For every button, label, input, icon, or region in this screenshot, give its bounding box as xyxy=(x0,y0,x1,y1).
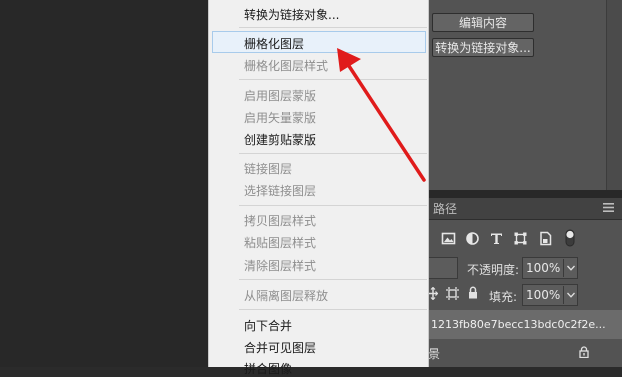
menu-separator xyxy=(239,79,427,80)
layers-tab-bar xyxy=(428,198,622,220)
lock-position-icon[interactable] xyxy=(428,287,438,300)
lock-all-icon[interactable] xyxy=(468,286,478,299)
tab-paths[interactable]: 路径 xyxy=(433,200,457,217)
menu-separator xyxy=(239,309,427,310)
opacity-input[interactable]: 100% xyxy=(522,257,578,279)
lock-icon[interactable] xyxy=(579,346,589,358)
menu-separator xyxy=(239,27,427,28)
opacity-label: 不透明度: xyxy=(467,263,520,277)
menu-item-merge-down[interactable]: 向下合并 xyxy=(244,317,292,334)
canvas-area xyxy=(0,0,208,367)
opacity-value: 100% xyxy=(526,261,561,275)
menu-separator xyxy=(239,205,427,206)
properties-scrollbar[interactable] xyxy=(606,0,622,190)
menu-item-release-from-isolation[interactable]: 从隔离图层释放 xyxy=(244,287,328,304)
menu-item-create-clipping-mask[interactable]: 创建剪贴蒙版 xyxy=(244,131,316,148)
divider xyxy=(563,286,564,304)
layer-name[interactable]: 1213fb80e7becc13bdc0c2f2e... xyxy=(431,318,606,331)
pixel-layer-filter-icon[interactable] xyxy=(441,231,456,246)
menu-item-convert-to-linked[interactable]: 转换为链接对象... xyxy=(244,6,339,23)
type-layer-filter-icon[interactable] xyxy=(489,231,504,246)
divider xyxy=(563,259,564,277)
menu-item-copy-layer-style[interactable]: 拷贝图层样式 xyxy=(244,212,316,229)
fill-label: 填充: xyxy=(489,290,518,304)
context-menu: 转换为链接对象... 栅格化图层 栅格化图层样式 启用图层蒙版 启用矢量蒙版 创… xyxy=(208,0,429,376)
smart-object-filter-icon[interactable] xyxy=(538,231,553,246)
menu-item-rasterize-layer-style[interactable]: 栅格化图层样式 xyxy=(244,57,328,74)
menu-item-flatten-image[interactable]: 拼合图像 xyxy=(244,360,292,377)
menu-item-rasterize-layer[interactable]: 栅格化图层 xyxy=(244,35,304,52)
menu-item-link-layers[interactable]: 链接图层 xyxy=(244,160,292,177)
fill-value: 100% xyxy=(526,288,561,302)
chevron-down-icon[interactable] xyxy=(567,292,575,298)
menu-item-paste-layer-style[interactable]: 粘贴图层样式 xyxy=(244,234,316,251)
edit-contents-button[interactable]: 编辑内容 xyxy=(432,13,534,32)
panel-divider xyxy=(428,190,622,198)
chevron-down-icon[interactable] xyxy=(567,265,575,271)
blend-mode-dropdown[interactable] xyxy=(428,257,458,279)
fill-input[interactable]: 100% xyxy=(522,284,578,306)
artboard-icon[interactable] xyxy=(446,287,459,300)
background-layer-name[interactable]: 景 xyxy=(428,345,440,362)
layer-row-background[interactable] xyxy=(428,340,622,367)
menu-item-enable-layer-mask[interactable]: 启用图层蒙版 xyxy=(244,87,316,104)
convert-to-linked-button[interactable]: 转换为链接对象... xyxy=(432,38,534,57)
menu-item-select-linked-layers[interactable]: 选择链接图层 xyxy=(244,182,316,199)
panel-menu-icon[interactable] xyxy=(603,203,614,212)
menu-item-enable-vector-mask[interactable]: 启用矢量蒙版 xyxy=(244,109,316,126)
menu-separator xyxy=(239,279,427,280)
menu-item-merge-visible[interactable]: 合并可见图层 xyxy=(244,339,316,356)
filter-toggle[interactable] xyxy=(565,229,575,247)
shape-layer-filter-icon[interactable] xyxy=(513,231,528,246)
menu-item-clear-layer-style[interactable]: 清除图层样式 xyxy=(244,257,316,274)
menu-separator xyxy=(239,153,427,154)
adjustment-layer-filter-icon[interactable] xyxy=(465,231,480,246)
